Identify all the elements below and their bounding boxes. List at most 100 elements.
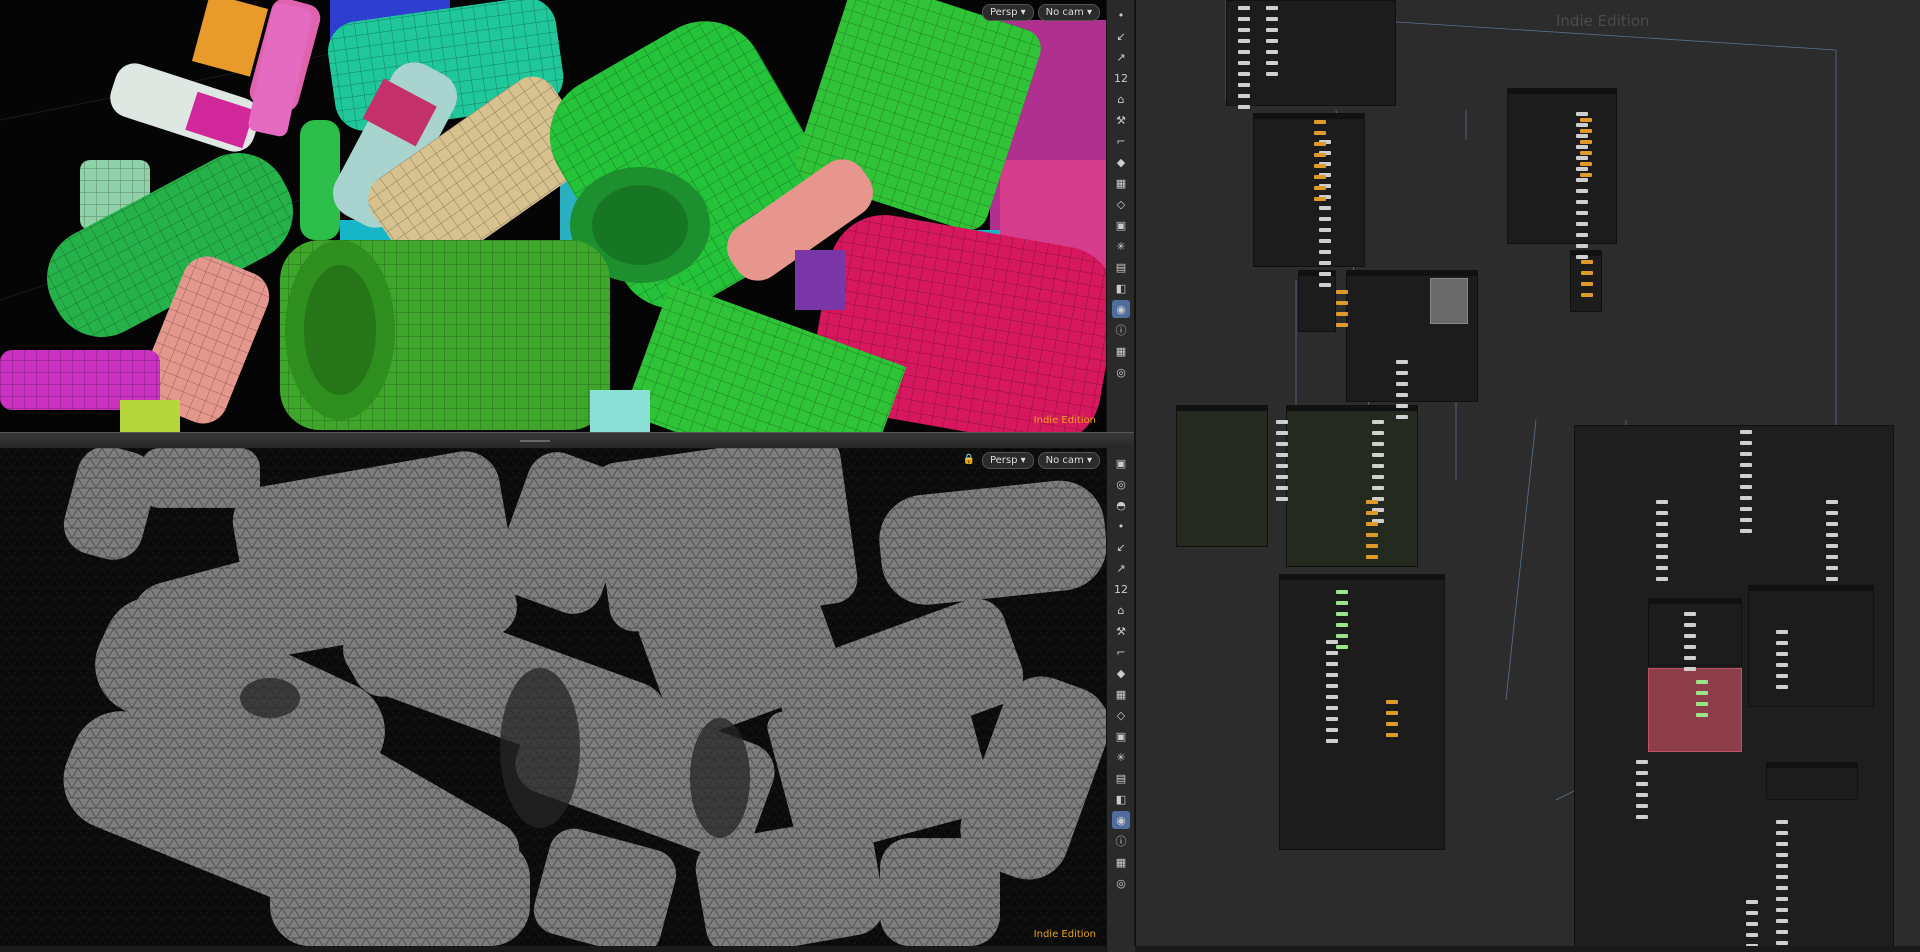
viewport-top[interactable]: Persp ▾ No cam ▾ Indie Edition [0,0,1106,432]
network-node[interactable] [1336,612,1348,616]
viewport-tool-icon[interactable]: ⌐ [1112,643,1130,661]
viewport-tool-icon[interactable]: ◇ [1112,195,1130,213]
network-node[interactable] [1238,61,1250,65]
network-node[interactable] [1740,463,1752,467]
network-node[interactable] [1696,680,1708,684]
viewport-tool-icon[interactable]: ◉ [1112,811,1130,829]
network-node[interactable] [1576,222,1588,226]
network-node[interactable] [1576,123,1588,127]
network-node[interactable] [1776,820,1788,824]
viewport-tool-icon[interactable]: ▤ [1112,258,1130,276]
network-node[interactable] [1326,717,1338,721]
network-node[interactable] [1386,711,1398,715]
network-node[interactable] [1740,507,1752,511]
network-node[interactable] [1238,50,1250,54]
viewport-tool-icon[interactable]: ▤ [1112,769,1130,787]
network-node[interactable] [1319,283,1331,287]
network-node[interactable] [1740,529,1752,533]
sticky-note[interactable] [1430,278,1468,324]
network-node[interactable] [1776,685,1788,689]
viewport-bottom[interactable]: 🔒 Persp ▾ No cam ▾ Indie Edition [0,448,1106,946]
network-node[interactable] [1319,239,1331,243]
viewport-tool-icon[interactable]: ◧ [1112,279,1130,297]
network-node[interactable] [1276,442,1288,446]
network-node[interactable] [1319,206,1331,210]
network-node[interactable] [1266,50,1278,54]
network-node[interactable] [1776,842,1788,846]
network-node[interactable] [1326,684,1338,688]
viewport-tool-icon[interactable]: ⌂ [1112,90,1130,108]
network-node[interactable] [1386,722,1398,726]
network-box[interactable] [1279,574,1445,850]
network-node[interactable] [1684,612,1696,616]
network-node[interactable] [1581,282,1593,286]
network-node[interactable] [1581,260,1593,264]
network-node[interactable] [1396,360,1408,364]
network-node[interactable] [1576,178,1588,182]
viewport-tool-icon[interactable]: ▣ [1112,454,1130,472]
viewport-tool-icon[interactable]: ▦ [1112,174,1130,192]
network-node[interactable] [1740,485,1752,489]
network-node[interactable] [1636,782,1648,786]
viewport-tool-icon[interactable]: ◎ [1112,475,1130,493]
network-node[interactable] [1576,145,1588,149]
network-node[interactable] [1336,623,1348,627]
network-node[interactable] [1319,228,1331,232]
view-menu[interactable]: No cam ▾ [1037,452,1100,469]
network-node[interactable] [1746,933,1758,937]
viewport-tool-icon[interactable]: ✳ [1112,237,1130,255]
network-node[interactable] [1656,500,1668,504]
network-node[interactable] [1238,94,1250,98]
viewport-tool-icon[interactable]: ↗ [1112,559,1130,577]
viewport-tool-icon[interactable]: ⌐ [1112,132,1130,150]
network-box[interactable] [1226,0,1396,106]
network-node[interactable] [1326,728,1338,732]
viewport-tool-icon[interactable]: ▦ [1112,342,1130,360]
network-node[interactable] [1396,371,1408,375]
network-node[interactable] [1776,919,1788,923]
network-node[interactable] [1336,645,1348,649]
network-node[interactable] [1372,486,1384,490]
network-node[interactable] [1314,131,1326,135]
viewport-tool-icon[interactable]: ◎ [1112,874,1130,892]
network-node[interactable] [1636,804,1648,808]
network-node[interactable] [1580,140,1592,144]
network-node[interactable] [1576,211,1588,215]
network-node[interactable] [1576,200,1588,204]
viewport-tool-icon[interactable]: ▣ [1112,216,1130,234]
network-node[interactable] [1238,39,1250,43]
network-node[interactable] [1276,464,1288,468]
network-node[interactable] [1326,662,1338,666]
network-node[interactable] [1826,522,1838,526]
network-node[interactable] [1684,667,1696,671]
network-node[interactable] [1580,118,1592,122]
network-node[interactable] [1776,641,1788,645]
network-node[interactable] [1336,290,1348,294]
network-node[interactable] [1336,590,1348,594]
network-node[interactable] [1776,908,1788,912]
viewport-tool-icon[interactable]: 12 [1112,580,1130,598]
network-box[interactable] [1748,585,1874,707]
network-node[interactable] [1276,420,1288,424]
network-node[interactable] [1396,382,1408,386]
network-node[interactable] [1696,691,1708,695]
network-node[interactable] [1386,733,1398,737]
network-node[interactable] [1826,511,1838,515]
network-node[interactable] [1776,875,1788,879]
network-node[interactable] [1336,301,1348,305]
network-node[interactable] [1576,255,1588,259]
network-node[interactable] [1336,312,1348,316]
network-node[interactable] [1740,441,1752,445]
network-node[interactable] [1238,28,1250,32]
network-node[interactable] [1656,522,1668,526]
network-node[interactable] [1656,533,1668,537]
network-node[interactable] [1314,175,1326,179]
network-node[interactable] [1826,533,1838,537]
network-node[interactable] [1396,404,1408,408]
network-node[interactable] [1740,474,1752,478]
network-node[interactable] [1366,522,1378,526]
network-node[interactable] [1238,17,1250,21]
network-node[interactable] [1266,28,1278,32]
network-node[interactable] [1266,72,1278,76]
network-node[interactable] [1366,533,1378,537]
